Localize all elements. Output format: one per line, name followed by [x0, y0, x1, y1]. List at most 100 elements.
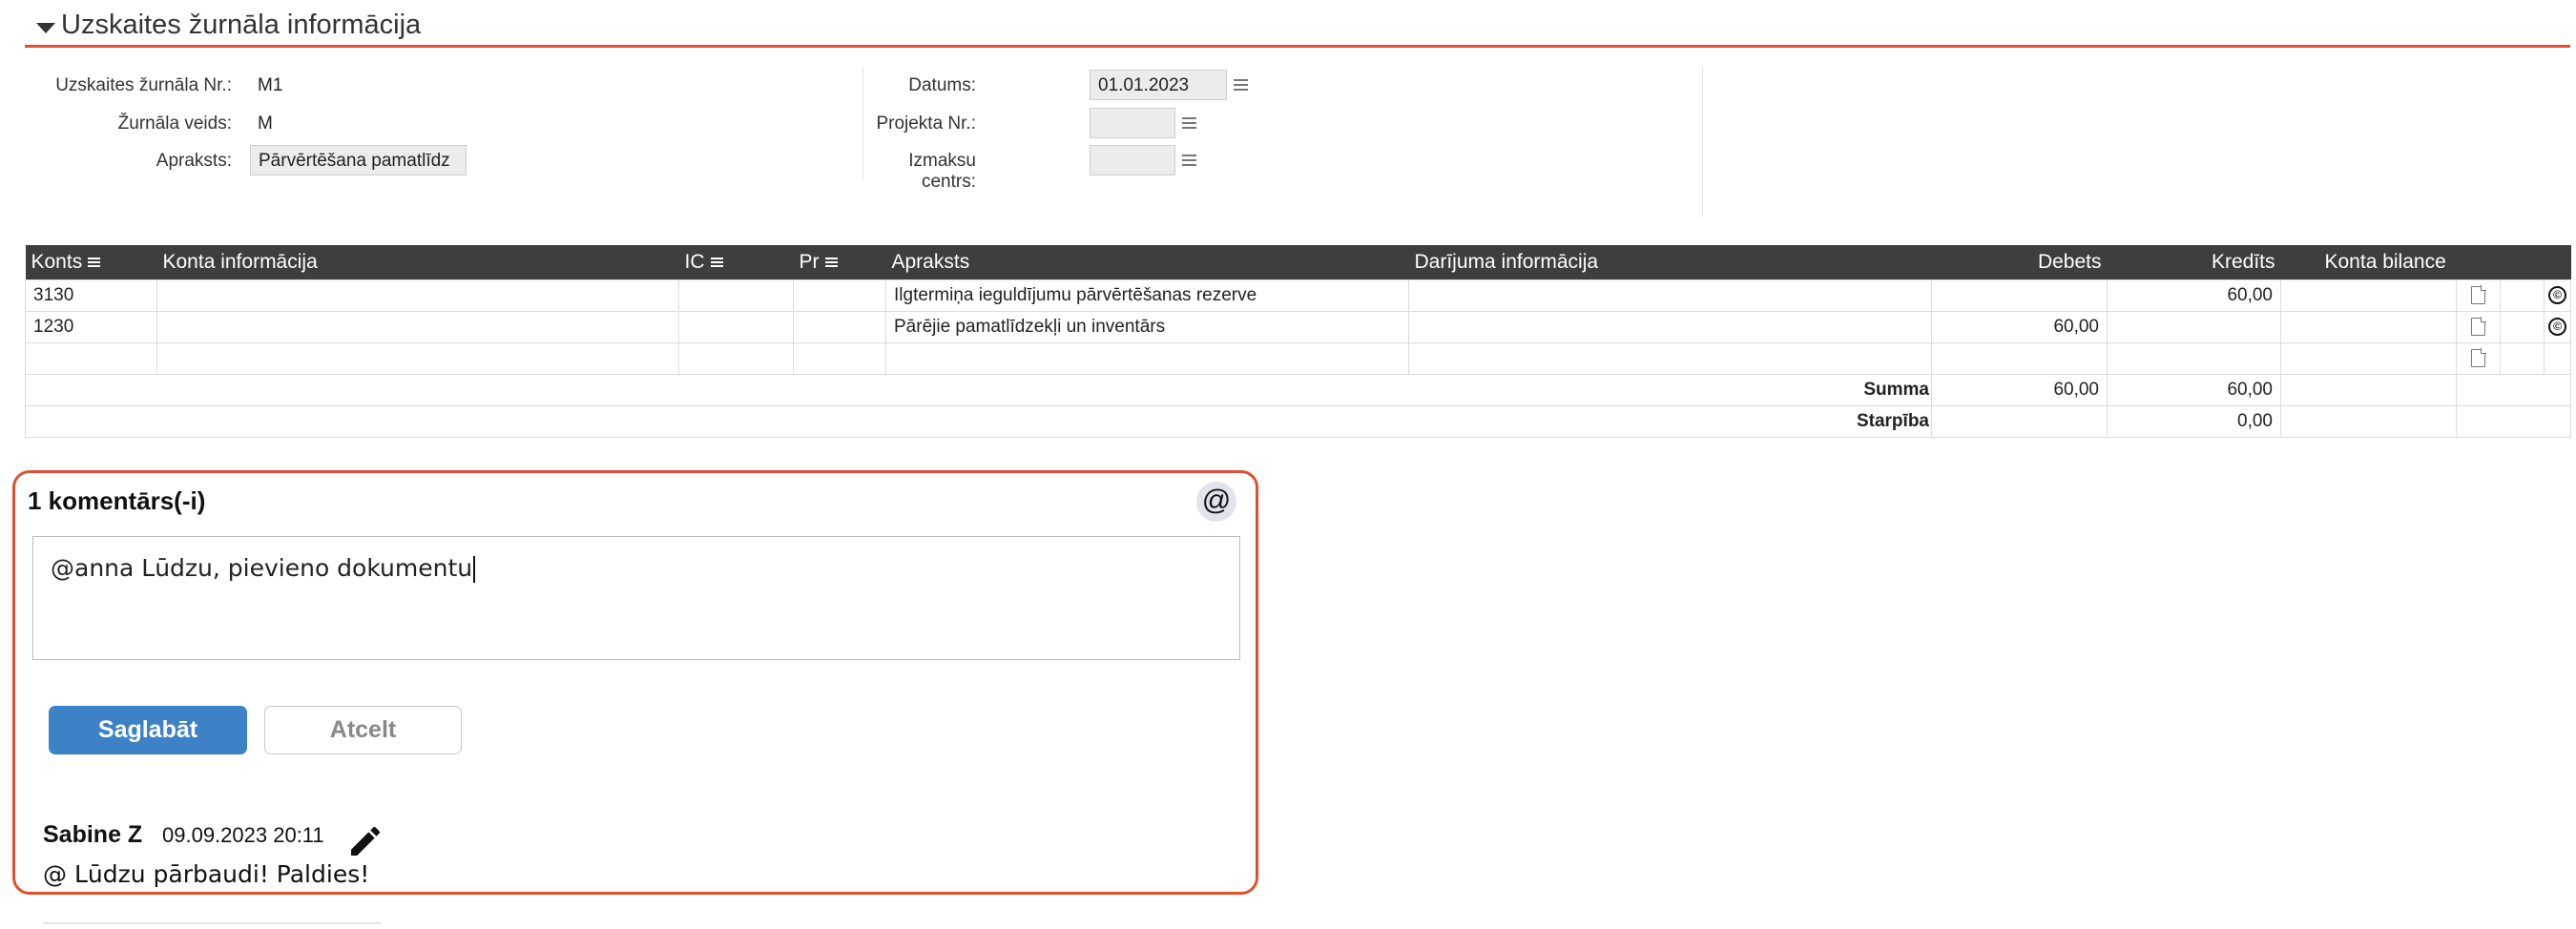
cell-empty — [2500, 341, 2545, 375]
sum-row: Summa 60,00 60,00 — [25, 373, 2571, 406]
cell-pr[interactable] — [793, 341, 886, 375]
date-label: Datums: — [908, 75, 976, 95]
cell-empty — [2456, 373, 2571, 406]
cell-ic[interactable] — [678, 341, 794, 375]
journal-type-value: M — [258, 114, 273, 134]
journal-table: Konts Konta informācija IC Pr Apraksts D… — [25, 245, 2571, 438]
date-field[interactable]: 01.01.2023 — [1090, 70, 1227, 100]
cell-doc[interactable] — [2456, 310, 2501, 343]
cell-ic[interactable] — [678, 310, 794, 343]
cell-pr[interactable] — [793, 310, 886, 343]
project-label: Projekta Nr.: — [876, 114, 976, 134]
sum-credit: 60,00 — [2107, 373, 2281, 406]
cost-center-row: Izmaksu centrs: — [862, 144, 1721, 192]
cell-transaction-info[interactable] — [1408, 279, 1932, 312]
copyright-icon[interactable]: © — [2548, 285, 2566, 304]
cell-description[interactable]: Pārējie pamatlīdzekļi un inventārs — [885, 310, 1409, 343]
cell-ic[interactable] — [678, 279, 794, 312]
list-icon[interactable] — [1182, 117, 1196, 129]
table-row[interactable] — [25, 341, 2571, 375]
pencil-icon[interactable] — [346, 822, 384, 860]
cost-center-label: Izmaksu centrs: — [908, 151, 976, 192]
cell-empty — [2500, 279, 2545, 312]
cell-debit[interactable] — [1931, 341, 2108, 375]
cell-account-info[interactable] — [156, 279, 679, 312]
list-icon[interactable] — [1234, 79, 1248, 91]
project-field[interactable] — [1090, 108, 1175, 138]
col-header-pr[interactable]: Pr — [793, 245, 886, 279]
caret-down-icon[interactable] — [36, 23, 55, 33]
cell-doc[interactable] — [2456, 341, 2501, 375]
divider — [43, 922, 382, 924]
table-row[interactable]: 3130 Ilgtermiņa ieguldījumu pārvērtēšana… — [25, 279, 2571, 312]
cell-debit[interactable] — [1931, 279, 2108, 312]
cell-empty — [2500, 310, 2545, 343]
cell-account-info[interactable] — [156, 341, 679, 375]
description-field[interactable]: Pārvērtēšana pamatlīdz — [250, 145, 467, 175]
cell-empty — [2280, 373, 2457, 406]
journal-no-row: Uzskaites žurnāla Nr.: M1 — [0, 69, 859, 101]
list-icon[interactable] — [824, 257, 838, 268]
cell-copy[interactable]: © — [2544, 310, 2571, 343]
cell-credit[interactable]: 60,00 — [2107, 279, 2281, 312]
col-header-account-info[interactable]: Konta informācija — [156, 245, 679, 279]
cell-description[interactable] — [885, 341, 1409, 375]
col-header-empty — [2456, 245, 2501, 279]
col-header-account[interactable]: Konts — [25, 245, 157, 279]
cell-transaction-info[interactable] — [1408, 341, 1932, 375]
at-icon[interactable]: @ — [1196, 482, 1236, 522]
cell-empty — [2544, 341, 2571, 375]
cell-credit[interactable] — [2107, 341, 2281, 375]
cell-copy[interactable]: © — [2544, 279, 2571, 312]
comment-input[interactable]: @anna Lūdzu, pievieno dokumentu — [32, 536, 1240, 660]
journal-type-row: Žurnāla veids: M — [0, 107, 859, 139]
difference-credit: 0,00 — [2107, 404, 2281, 438]
cell-balance — [2280, 310, 2457, 343]
copyright-icon[interactable]: © — [2548, 317, 2566, 336]
col-header-credit[interactable]: Kredīts — [2107, 245, 2281, 279]
save-button[interactable]: Saglabāt — [49, 706, 247, 754]
col-header-balance[interactable]: Konta bilance — [2280, 245, 2457, 279]
col-header-transaction-info[interactable]: Darījuma informācija — [1408, 245, 1932, 279]
column-divider — [1702, 67, 1703, 217]
document-icon[interactable] — [2471, 317, 2486, 336]
col-header-empty — [2544, 245, 2571, 279]
list-icon[interactable] — [1182, 155, 1196, 166]
cell-doc[interactable] — [2456, 279, 2501, 312]
cell-account[interactable]: 1230 — [25, 310, 157, 343]
comment-count: 1 komentārs(-i) — [28, 486, 206, 515]
col-header-description[interactable]: Apraksts — [885, 245, 1409, 279]
table-row[interactable]: 1230 Pārējie pamatlīdzekļi un inventārs … — [25, 310, 2571, 343]
sum-label: Summa — [25, 373, 1932, 406]
cell-account[interactable] — [25, 341, 157, 375]
col-header-empty — [2500, 245, 2545, 279]
journal-no-value: M1 — [258, 75, 283, 95]
cell-account[interactable]: 3130 — [25, 279, 157, 312]
list-icon[interactable] — [88, 257, 101, 268]
cell-account-info[interactable] — [156, 310, 679, 343]
section-header[interactable]: Uzskaites žurnāla informācija — [25, 0, 2570, 48]
comment-input-text: @anna Lūdzu, pievieno dokumentu — [51, 554, 473, 582]
difference-label: Starpība — [25, 404, 1932, 438]
cell-description[interactable]: Ilgtermiņa ieguldījumu pārvērtēšanas rez… — [885, 279, 1409, 312]
date-row: Datums: 01.01.2023 — [862, 69, 1721, 101]
comment-text: @ Lūdzu pārbaudi! Paldies! — [43, 860, 370, 888]
cancel-button[interactable]: Atcelt — [264, 706, 462, 754]
col-header-debit[interactable]: Debets — [1931, 245, 2108, 279]
comment-author: Sabine Z — [43, 821, 143, 848]
cell-transaction-info[interactable] — [1408, 310, 1932, 343]
document-icon[interactable] — [2471, 348, 2486, 367]
cell-debit[interactable]: 60,00 — [1931, 310, 2108, 343]
journal-type-label: Žurnāla veids: — [117, 114, 232, 134]
cell-balance — [2280, 341, 2457, 375]
list-icon[interactable] — [710, 257, 723, 268]
cell-credit[interactable] — [2107, 310, 2281, 343]
col-header-ic[interactable]: IC — [678, 245, 794, 279]
cell-empty — [2456, 404, 2571, 438]
text-caret — [473, 556, 475, 583]
cell-pr[interactable] — [793, 279, 886, 312]
cost-center-field[interactable] — [1090, 145, 1175, 175]
cell-balance — [2280, 279, 2457, 312]
sum-debit: 60,00 — [1931, 373, 2108, 406]
document-icon[interactable] — [2471, 285, 2486, 304]
